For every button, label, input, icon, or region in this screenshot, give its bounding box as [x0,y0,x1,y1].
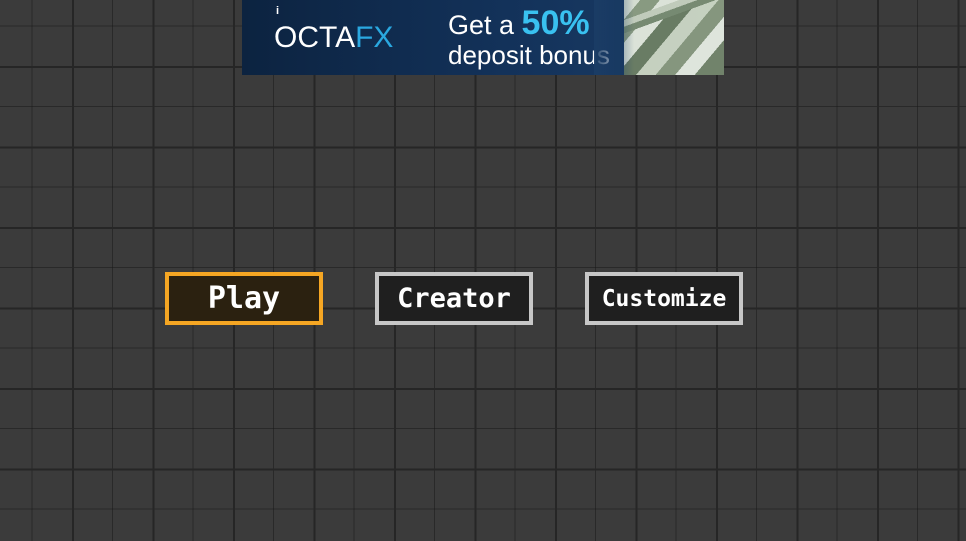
creator-button[interactable]: Creator [375,272,533,325]
ad-logo-fx: FX [355,21,394,54]
money-stack-image [594,0,724,75]
play-button[interactable]: Play [165,272,323,325]
ad-logo-octa: OCTA [274,21,356,54]
ad-headline-prefix: Get a [448,10,522,40]
ad-subline: deposit bonus [448,40,610,70]
ad-info-icon[interactable]: i [276,6,279,17]
ad-headline-percent: 50% [521,4,590,42]
grid-background [0,0,966,541]
ad-logo: OCTA FX [274,20,393,56]
ad-headline: Get a 50% [448,4,590,43]
ad-banner[interactable]: i OCTA FX Get a 50% deposit bonus [242,0,724,75]
customize-button[interactable]: Customize [585,272,743,325]
